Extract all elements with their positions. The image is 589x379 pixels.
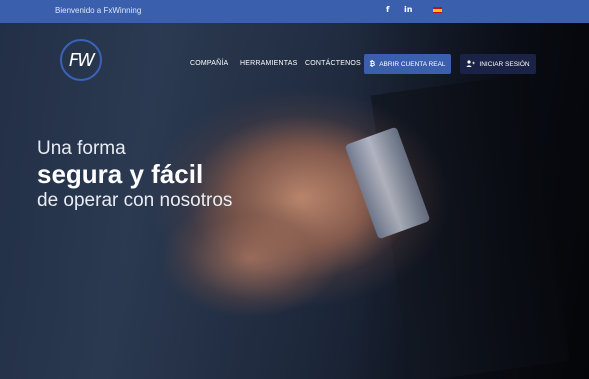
bitcoin-icon: ₿	[369, 60, 376, 68]
hero-heading-line3: de operar con nosotros	[37, 190, 233, 211]
open-real-account-button[interactable]: ₿ ABRIR CUENTA REAL	[364, 54, 451, 74]
open-real-account-label: ABRIR CUENTA REAL	[379, 60, 446, 68]
facebook-icon[interactable]: f	[386, 5, 389, 14]
top-bar: Bienvenido a FxWinning f in	[0, 0, 589, 23]
login-button[interactable]: INICIAR SESIÓN	[460, 54, 536, 74]
user-plus-icon	[466, 59, 476, 69]
spain-flag-icon[interactable]	[433, 7, 442, 13]
linkedin-icon[interactable]: in	[404, 5, 412, 14]
nav-compania[interactable]: COMPAÑÍA	[190, 60, 228, 67]
hero-heading-line1: Una forma	[37, 138, 126, 159]
login-label: INICIAR SESIÓN	[479, 60, 530, 68]
nav-contactenos[interactable]: CONTÁCTENOS	[305, 60, 361, 67]
fxwinning-logo[interactable]: FW	[60, 39, 102, 81]
logo-text: FW	[68, 50, 95, 71]
welcome-text: Bienvenido a FxWinning	[55, 6, 142, 15]
hero-heading-line2: segura y fácil	[37, 159, 204, 189]
nav-herramientas[interactable]: HERRAMIENTAS	[240, 60, 298, 67]
